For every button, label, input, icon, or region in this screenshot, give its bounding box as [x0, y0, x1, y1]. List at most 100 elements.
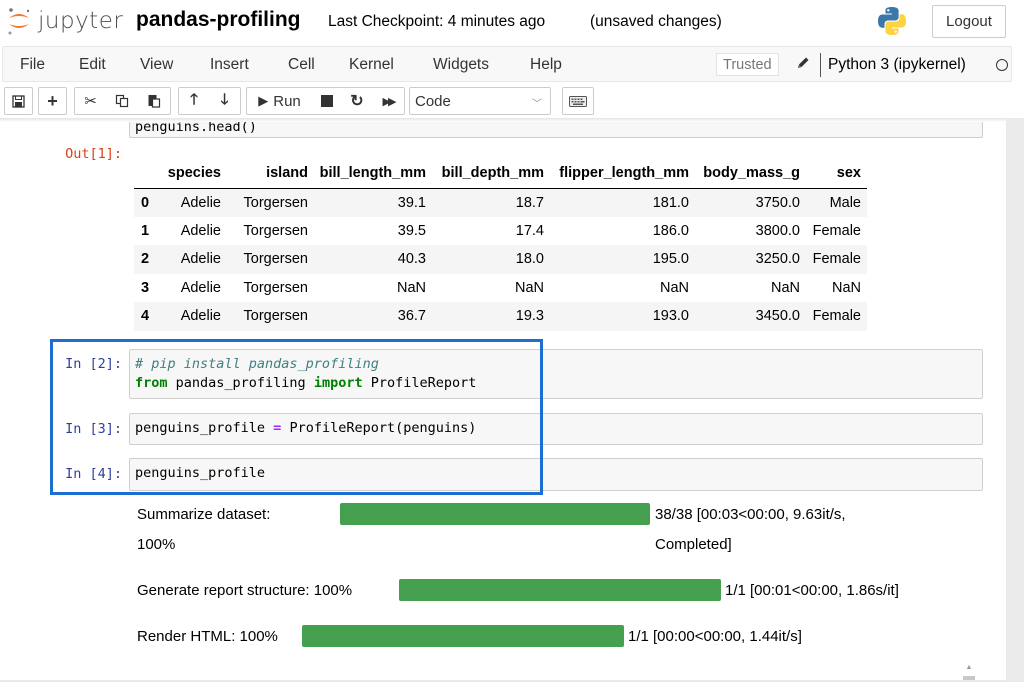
row-index: 1 [141, 222, 150, 239]
cell-sex: Female [812, 308, 861, 325]
row-index: 2 [141, 251, 150, 268]
progress-fill-summarize [340, 503, 650, 525]
save-icon [12, 94, 25, 108]
cell-body-mass: 3450.0 [755, 308, 800, 325]
pencil-icon[interactable] [795, 55, 811, 71]
column-header-bill-depth: bill_depth_mm [441, 164, 544, 181]
logout-button[interactable]: Logout [932, 5, 1006, 38]
table-row: 4 Adelie Torgersen 36.7 19.3 193.0 3450.… [134, 302, 867, 331]
cell-bill-length: 40.3 [397, 251, 426, 268]
restart-icon: ↻ [350, 93, 364, 110]
move-down-button[interactable]: 🡓 [209, 87, 241, 115]
cell-body-mass: 3800.0 [755, 222, 800, 239]
table-row: 0 Adelie Torgersen 39.1 18.7 181.0 3750.… [134, 188, 867, 217]
notebook-title[interactable]: pandas-profiling [136, 8, 301, 32]
header-shadow [0, 118, 1024, 122]
chevron-down-icon: ﹀ [532, 99, 542, 110]
column-header-bill-length: bill_length_mm [319, 164, 426, 181]
menubar: File Edit View Insert Cell Kernel Widget… [2, 46, 1012, 82]
cell-flipper-length: 181.0 [652, 194, 689, 211]
paste-icon [148, 95, 161, 108]
cell-body-mass: NaN [770, 279, 800, 296]
progress-percent-summarize: 100% [137, 536, 176, 553]
cell-island: Torgersen [243, 279, 308, 296]
cell-type-value: Code [415, 92, 451, 110]
command-palette-button[interactable] [562, 87, 594, 115]
cell-bill-length: 39.5 [397, 222, 426, 239]
jupyter-logo[interactable]: jupyter [6, 6, 123, 36]
progress-stats-render-html: 1/1 [00:00<00:00, 1.44it/s] [628, 628, 802, 645]
insert-cell-button[interactable]: + [38, 87, 67, 115]
cell-bill-depth: 17.4 [515, 222, 544, 239]
cell-type-select[interactable]: Code ﹀ [409, 87, 551, 115]
cell-bill-depth: NaN [514, 279, 544, 296]
cell-flipper-length: 195.0 [652, 251, 689, 268]
menu-widgets[interactable]: Widgets [433, 56, 489, 74]
table-row: 1 Adelie Torgersen 39.5 17.4 186.0 3800.… [134, 217, 867, 246]
cell-species: Adelie [180, 222, 221, 239]
progress-stats-summarize-1: 38/38 [00:03<00:00, 9.63it/s, [655, 506, 846, 523]
run-button[interactable]: ▶ Run [246, 87, 313, 115]
progress-stats-summarize-2: Completed] [655, 536, 732, 553]
column-header-body-mass: body_mass_g [703, 164, 800, 181]
dataframe-header-row: species island bill_length_mm bill_depth… [134, 158, 867, 188]
menu-edit[interactable]: Edit [79, 56, 106, 74]
cell-bill-length: NaN [396, 279, 426, 296]
cell-flipper-length: 193.0 [652, 308, 689, 325]
dataframe-output: species island bill_length_mm bill_depth… [134, 158, 867, 331]
cell-bill-depth: 19.3 [515, 308, 544, 325]
arrow-down-icon: 🡓 [220, 90, 229, 108]
cell-species: Adelie [180, 279, 221, 296]
header: jupyter pandas-profiling Last Checkpoint… [0, 0, 1024, 44]
move-up-button[interactable]: 🡑 [178, 87, 210, 115]
menu-help[interactable]: Help [530, 56, 562, 74]
cell-bill-length: 36.7 [397, 308, 426, 325]
column-header-sex: sex [836, 164, 861, 181]
arrow-up-icon: 🡑 [190, 90, 198, 108]
row-index: 4 [141, 308, 150, 325]
cell-bill-depth: 18.0 [515, 251, 544, 268]
highlight-box [50, 339, 543, 495]
progress-label-summarize: Summarize dataset: [137, 506, 271, 523]
copy-button[interactable] [106, 87, 139, 115]
progress-fill-render-html [302, 625, 624, 647]
table-row: 3 Adelie Torgersen NaN NaN NaN NaN NaN [134, 274, 867, 303]
kernel-name[interactable]: Python 3 (ipykernel) [828, 56, 966, 74]
page-scrollbar[interactable] [1006, 118, 1024, 682]
menu-insert[interactable]: Insert [210, 56, 249, 74]
save-button[interactable] [4, 87, 33, 115]
table-row: 2 Adelie Torgersen 40.3 18.0 195.0 3250.… [134, 245, 867, 274]
cell-flipper-length: 186.0 [652, 222, 689, 239]
cell-bill-length: 39.1 [397, 194, 426, 211]
menu-file[interactable]: File [20, 56, 45, 74]
restart-run-all-button[interactable]: ▶▶ [372, 87, 405, 115]
cell-island: Torgersen [243, 251, 308, 268]
python-logo-icon [878, 7, 906, 35]
menu-view[interactable]: View [140, 56, 173, 74]
cut-button[interactable]: ✂ [74, 87, 107, 115]
fast-forward-icon: ▶▶ [382, 95, 397, 108]
restart-kernel-button[interactable]: ↻ [342, 87, 373, 115]
copy-icon [115, 94, 129, 108]
cell-island: Torgersen [243, 222, 308, 239]
menu-kernel[interactable]: Kernel [349, 56, 394, 74]
cell-flipper-length: NaN [659, 279, 689, 296]
cell-sex: Male [829, 194, 861, 211]
column-header-island: island [266, 164, 308, 181]
cell-body-mass: 3250.0 [755, 251, 800, 268]
scissors-icon: ✂ [84, 93, 97, 110]
jupyter-logo-icon [8, 8, 30, 35]
plus-icon: + [47, 90, 58, 111]
paste-button[interactable] [138, 87, 171, 115]
interrupt-kernel-button[interactable] [312, 87, 343, 115]
keyboard-icon [569, 95, 587, 107]
cell-island: Torgersen [243, 308, 308, 325]
trusted-indicator[interactable]: Trusted [716, 53, 779, 76]
save-status: (unsaved changes) [590, 13, 722, 30]
cell-island: Torgersen [243, 194, 308, 211]
notebook-container: penguins.head() Out[1]: species island b… [0, 118, 1006, 682]
play-icon: ▶ [258, 93, 269, 108]
checkpoint-status: Last Checkpoint: 4 minutes ago [328, 13, 546, 30]
cell-sex: Female [812, 251, 861, 268]
menu-cell[interactable]: Cell [288, 56, 315, 74]
